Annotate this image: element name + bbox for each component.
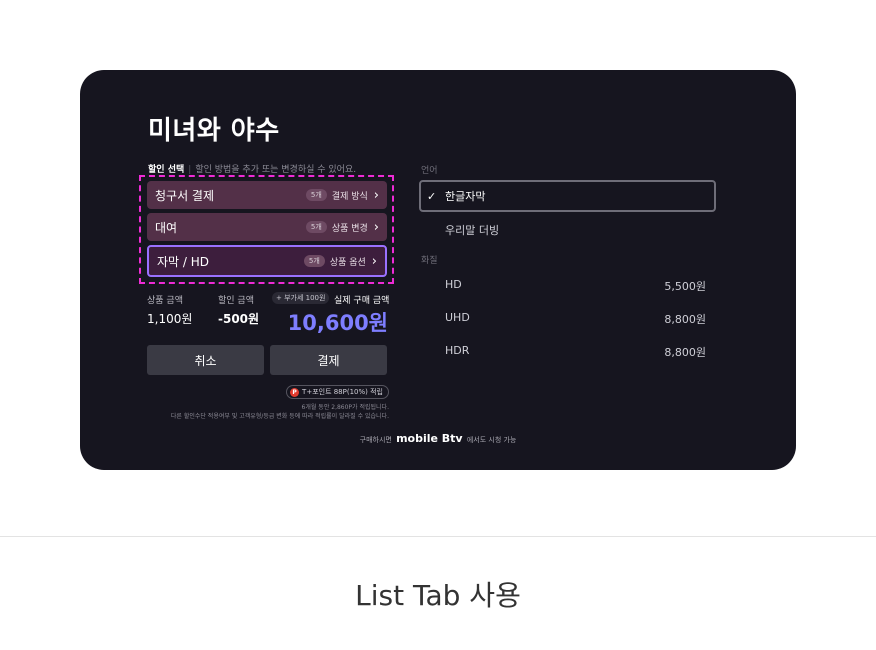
- point-badge: P T+포인트 88P(10%) 적립: [286, 385, 389, 399]
- chevron-right-icon: ›: [373, 187, 379, 203]
- option-action: 결제 방식: [331, 191, 368, 202]
- option-label: 대여: [155, 220, 178, 235]
- quality-option-hd[interactable]: HD 5,500원: [445, 278, 706, 294]
- caption-text: List Tab 사용: [355, 579, 521, 612]
- footer-promo: 구매하시면 mobile Btv 에서도 시청 가능: [80, 432, 796, 445]
- option-action: 상품 변경: [331, 223, 368, 234]
- btv-logo: mobile Btv: [396, 432, 463, 445]
- disclaimer-note: 다른 할인수단 적용여부 및 고객유형/등급 변화 등에 따라 적립률이 달라질…: [170, 413, 389, 420]
- option-billing-payment[interactable]: 청구서 결제 5개 결제 방식 ›: [147, 181, 387, 209]
- quality-name: HD: [445, 278, 462, 291]
- point-icon: P: [290, 387, 300, 397]
- language-option-label: 우리말 더빙: [445, 224, 500, 237]
- language-selected-label: 한글자막: [445, 190, 486, 203]
- quality-name: UHD: [445, 311, 470, 324]
- product-price-label: 상품 금액: [147, 296, 183, 306]
- page-title: 미녀와 야수: [148, 116, 280, 146]
- quality-price: 8,800원: [664, 313, 706, 326]
- cancel-button[interactable]: 취소: [147, 345, 264, 375]
- quality-price: 5,500원: [664, 280, 706, 293]
- option-subtitle-hd[interactable]: 자막 / HD 5개 상품 옵션 ›: [147, 245, 387, 277]
- final-price-label: 실제 구매 금액: [334, 296, 390, 306]
- quality-option-hdr[interactable]: HDR 8,800원: [445, 344, 706, 360]
- product-price-value: 1,100원: [147, 312, 193, 326]
- chevron-right-icon: ›: [373, 219, 379, 235]
- count-badge: 5개: [303, 255, 325, 267]
- point-text: T+포인트 88P(10%) 적립: [302, 388, 383, 396]
- footer-pre: 구매하시면: [359, 436, 392, 444]
- discount-price-label: 할인 금액: [218, 296, 254, 306]
- purchase-panel: 미녀와 야수 할인 선택 | 할인 방법을 추가 또는 변경하실 수 있어요. 청구…: [80, 70, 796, 470]
- quality-price: 8,800원: [664, 346, 706, 359]
- quality-section-label: 화질: [421, 256, 438, 266]
- footer-post: 에서도 시청 가능: [466, 436, 517, 444]
- language-option[interactable]: 우리말 더빙: [445, 222, 706, 238]
- section-divider: [0, 536, 876, 537]
- quality-name: HDR: [445, 344, 470, 357]
- option-rental[interactable]: 대여 5개 상품 변경 ›: [147, 213, 387, 241]
- discount-price-value: -500원: [218, 312, 260, 326]
- quality-option-uhd[interactable]: UHD 8,800원: [445, 311, 706, 327]
- pay-button[interactable]: 결제: [270, 345, 387, 375]
- divider-bar: |: [188, 165, 192, 175]
- discount-header: 할인 선택 | 할인 방법을 추가 또는 변경하실 수 있어요.: [148, 162, 356, 175]
- option-action: 상품 옵션: [329, 257, 366, 268]
- vat-badge: + 부가세 100원: [272, 292, 330, 304]
- option-label: 청구서 결제: [155, 188, 215, 203]
- final-price-value: 10,600원: [287, 311, 388, 335]
- count-badge: 5개: [305, 221, 327, 233]
- discount-heading: 할인 선택: [148, 165, 185, 175]
- language-section-label: 언어: [421, 166, 438, 176]
- language-option-selected[interactable]: ✓ 한글자막: [419, 180, 716, 212]
- chevron-right-icon: ›: [371, 253, 377, 269]
- discount-hint: 할인 방법을 추가 또는 변경하실 수 있어요.: [195, 165, 357, 175]
- option-label: 자막 / HD: [157, 254, 210, 269]
- point-note: 6개월 동안 2,860P가 적립됩니다.: [301, 404, 389, 411]
- count-badge: 5개: [305, 189, 327, 201]
- check-icon: ✓: [427, 189, 437, 203]
